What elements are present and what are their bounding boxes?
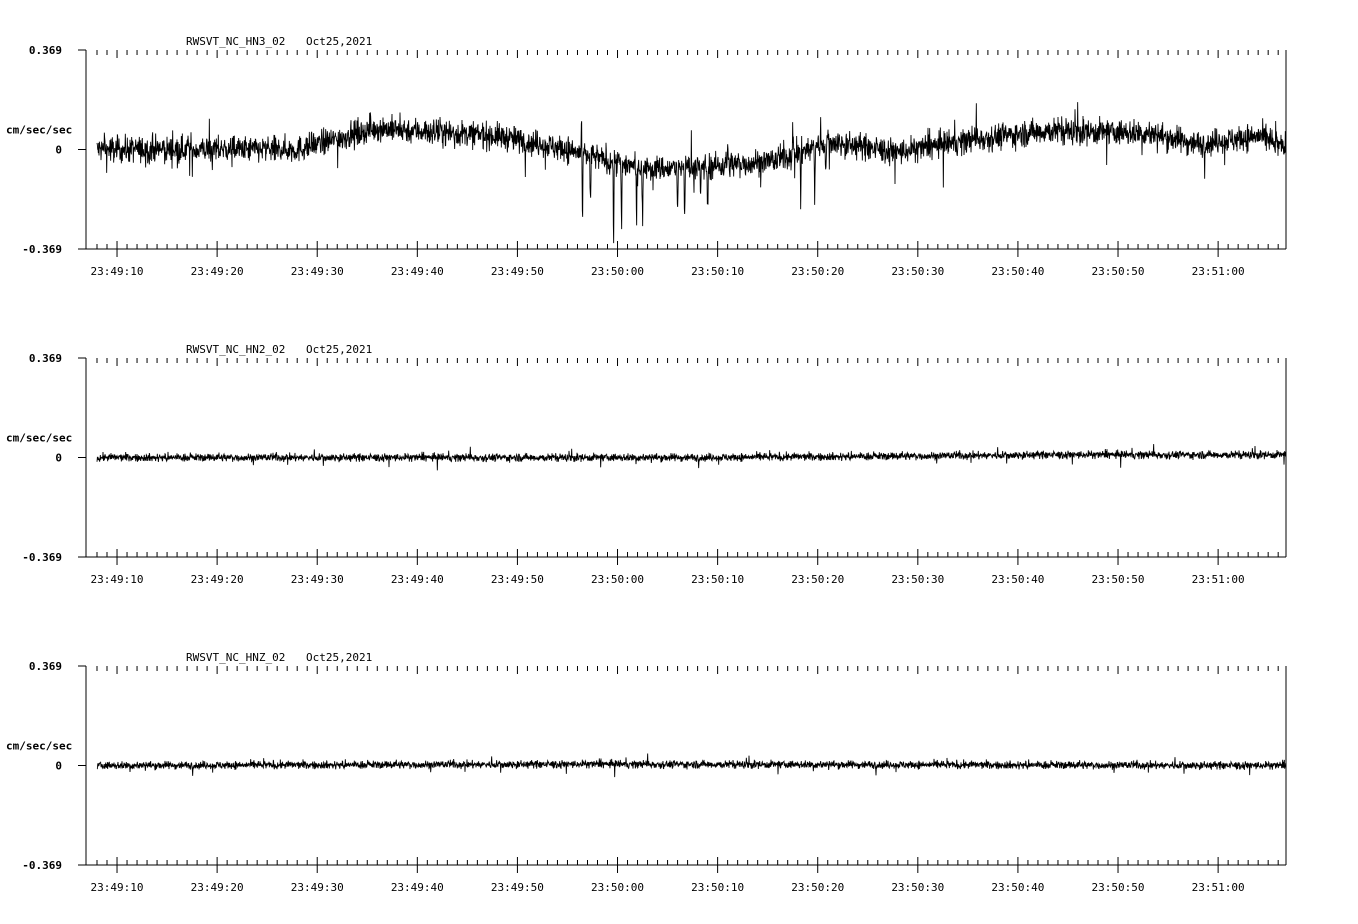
x-tick-label: 23:50:40 <box>991 881 1044 894</box>
x-tick-label: 23:49:30 <box>291 881 344 894</box>
y-axis-label: cm/sec/sec <box>6 124 72 137</box>
trace-title: RWSVT_NC_HN2_02 <box>186 343 285 356</box>
trace-title: RWSVT_NC_HNZ_02 <box>186 651 285 664</box>
x-tick-label: 23:49:40 <box>391 881 444 894</box>
trace-date: Oct25,2021 <box>306 343 372 356</box>
x-tick-label: 23:49:10 <box>91 265 144 278</box>
x-tick-label: 23:50:40 <box>991 265 1044 278</box>
x-tick-label: 23:49:10 <box>91 881 144 894</box>
x-tick-label: 23:49:40 <box>391 573 444 586</box>
x-tick-label: 23:50:50 <box>1092 881 1145 894</box>
seismogram-panel-1: 0.369 0 -0.369 cm/sec/sec RWSVT_NC_HN3_02 Oct… <box>6 35 1287 278</box>
y-tick-label-zero: 0 <box>55 144 62 157</box>
y-tick-label-zero: 0 <box>55 760 62 773</box>
trace-title: RWSVT_NC_HN3_02 <box>186 35 285 48</box>
x-tick-label: 23:49:20 <box>191 881 244 894</box>
x-tick-label: 23:50:30 <box>891 573 944 586</box>
x-tick-label: 23:49:20 <box>191 573 244 586</box>
x-tick-label: 23:49:50 <box>491 573 544 586</box>
trace-date: Oct25,2021 <box>306 35 372 48</box>
y-tick-label-max: 0.369 <box>29 352 62 365</box>
x-tick-label: 23:50:20 <box>791 573 844 586</box>
x-tick-label: 23:49:40 <box>391 265 444 278</box>
x-tick-label: 23:50:20 <box>791 265 844 278</box>
x-tick-label: 23:50:50 <box>1092 573 1145 586</box>
seismogram-canvas: 0.369 0 -0.369 cm/sec/sec RWSVT_NC_HN3_02 Oct… <box>6 35 1287 894</box>
x-tick-label: 23:49:50 <box>491 265 544 278</box>
x-tick-label: 23:50:00 <box>591 573 644 586</box>
x-tick-label: 23:50:50 <box>1092 265 1145 278</box>
y-tick-label-zero: 0 <box>55 452 62 465</box>
x-tick-label: 23:49:10 <box>91 573 144 586</box>
x-tick-label: 23:51:00 <box>1192 573 1245 586</box>
x-tick-label: 23:50:20 <box>791 881 844 894</box>
x-tick-label: 23:50:10 <box>691 573 744 586</box>
x-tick-label: 23:50:40 <box>991 573 1044 586</box>
x-tick-label: 23:49:30 <box>291 265 344 278</box>
x-tick-label: 23:49:20 <box>191 265 244 278</box>
waveform-trace <box>96 753 1287 778</box>
x-tick-label: 23:51:00 <box>1192 265 1245 278</box>
x-tick-label: 23:51:00 <box>1192 881 1245 894</box>
x-tick-label: 23:49:30 <box>291 573 344 586</box>
waveform-trace <box>96 102 1287 244</box>
x-tick-label: 23:50:10 <box>691 265 744 278</box>
y-tick-label-min: -0.369 <box>22 859 62 872</box>
seismogram-panel-2: 0.369 0 -0.369 cm/sec/sec RWSVT_NC_HN2_02 Oct… <box>6 343 1287 586</box>
x-tick-label: 23:49:50 <box>491 881 544 894</box>
y-axis-label: cm/sec/sec <box>6 432 72 445</box>
x-tick-label: 23:50:00 <box>591 881 644 894</box>
y-tick-label-min: -0.369 <box>22 551 62 564</box>
x-tick-label: 23:50:30 <box>891 265 944 278</box>
y-axis-label: cm/sec/sec <box>6 740 72 753</box>
trace-date: Oct25,2021 <box>306 651 372 664</box>
y-tick-label-min: -0.369 <box>22 243 62 256</box>
waveform-trace <box>96 444 1287 471</box>
seismogram-panel-3: 0.369 0 -0.369 cm/sec/sec RWSVT_NC_HNZ_02 Oct… <box>6 651 1287 894</box>
x-tick-label: 23:50:00 <box>591 265 644 278</box>
x-tick-label: 23:50:10 <box>691 881 744 894</box>
y-tick-label-max: 0.369 <box>29 44 62 57</box>
x-tick-label: 23:50:30 <box>891 881 944 894</box>
y-tick-label-max: 0.369 <box>29 660 62 673</box>
